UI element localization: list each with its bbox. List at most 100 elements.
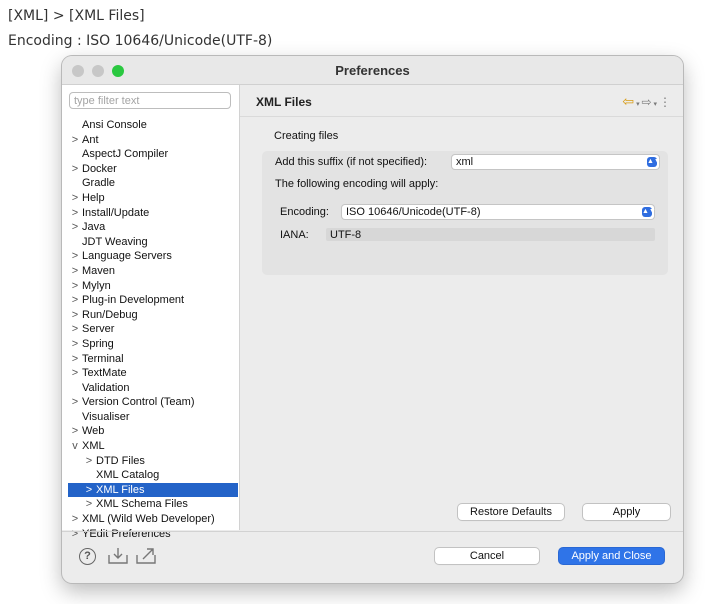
chevron-right-icon[interactable]: > <box>82 497 96 512</box>
restore-defaults-button[interactable]: Restore Defaults <box>458 504 564 520</box>
chevron-right-icon[interactable]: > <box>68 512 82 527</box>
chevron-right-icon[interactable]: > <box>68 293 82 308</box>
chevron-right-icon[interactable]: > <box>68 308 82 323</box>
tree-item[interactable]: > Run/Debug <box>68 308 238 323</box>
filter-input[interactable]: type filter text <box>69 92 231 109</box>
tree-item[interactable]: Ansi Console <box>68 118 238 133</box>
chevron-right-icon[interactable]: > <box>68 264 82 279</box>
tree-item[interactable]: > XML Schema Files <box>68 497 238 512</box>
tree-item[interactable]: > DTD Files <box>68 454 238 469</box>
suffix-label: Add this suffix (if not specified): <box>275 156 428 168</box>
chevron-right-icon[interactable]: > <box>68 220 82 235</box>
tree-item[interactable]: > Version Control (Team) <box>68 395 238 410</box>
apply-button[interactable]: Apply <box>583 504 670 520</box>
tree-item-label: Java <box>82 221 106 234</box>
chevron-right-icon[interactable]: > <box>68 424 82 439</box>
tree-item[interactable]: > Language Servers <box>68 249 238 264</box>
tree-item-label: XML Catalog <box>96 469 160 482</box>
bottom-divider <box>62 531 683 532</box>
chevron-down-icon[interactable]: v <box>68 439 82 454</box>
tree-item[interactable]: > Java <box>68 220 238 235</box>
chevron-right-icon[interactable]: > <box>68 352 82 367</box>
tree-item-label: XML Schema Files <box>96 498 188 511</box>
tree-item[interactable]: > YEdit Preferences <box>68 527 238 542</box>
chevron-right-icon[interactable]: > <box>82 483 96 498</box>
chevron-right-icon[interactable]: > <box>68 249 82 264</box>
chevron-right-icon[interactable]: > <box>82 454 96 469</box>
tree-item-label: Terminal <box>82 352 124 365</box>
tree-item[interactable]: > Web <box>68 424 238 439</box>
tree-item[interactable]: Validation <box>68 381 238 396</box>
tree-item[interactable]: XML Catalog <box>68 468 238 483</box>
tree-item-label: Install/Update <box>82 206 150 219</box>
tree-item[interactable]: > Maven <box>68 264 238 279</box>
tree-item[interactable]: > Mylyn <box>68 279 238 294</box>
preference-page: XML Files ⇦ ▾ ⇨ ▾ ⋮ Creating files Add t… <box>240 85 683 530</box>
forward-arrow-icon[interactable]: ⇨ <box>642 95 652 109</box>
tree-item-label: Server <box>82 323 115 336</box>
tree-item[interactable]: > Docker <box>68 162 238 177</box>
chevron-right-icon[interactable]: > <box>68 527 82 542</box>
tree-item-label: Ant <box>82 133 99 146</box>
chevron-right-icon[interactable]: > <box>68 162 82 177</box>
tree-item[interactable]: > Help <box>68 191 238 206</box>
tree-item-label: JDT Weaving <box>82 235 148 248</box>
tree-item[interactable]: > Spring <box>68 337 238 352</box>
tree-item-label: Run/Debug <box>82 308 138 321</box>
tree-item[interactable]: > XML Files <box>68 482 238 498</box>
creating-files-label: Creating files <box>274 130 339 142</box>
apply-and-close-button[interactable]: Apply and Close <box>559 548 664 564</box>
tree-item-label: YEdit Preferences <box>82 527 171 540</box>
tree-item[interactable]: > TextMate <box>68 366 238 381</box>
tree-item-label: XML (Wild Web Developer) <box>82 513 215 526</box>
tree-item[interactable]: > Ant <box>68 133 238 148</box>
chevron-right-icon[interactable]: > <box>68 395 82 410</box>
export-icon[interactable] <box>135 547 157 565</box>
view-menu-icon[interactable]: ⋮ <box>659 95 671 109</box>
tree-item-label: AspectJ Compiler <box>82 148 169 161</box>
tree-item[interactable]: > Server <box>68 322 238 337</box>
encoding-value: ISO 10646/Unicode(UTF-8) <box>346 206 481 218</box>
tree-item[interactable]: AspectJ Compiler <box>68 147 238 162</box>
tree-item-label: Ansi Console <box>82 119 147 131</box>
chevron-right-icon[interactable]: > <box>68 279 82 294</box>
tree-item-label: Docker <box>82 162 117 175</box>
tree-item-label: Web <box>82 425 105 438</box>
chevron-right-icon[interactable]: > <box>68 133 82 148</box>
preferences-window: Preferences type filter text Ansi Consol… <box>62 56 683 583</box>
tree-item-label: TextMate <box>82 367 127 380</box>
caption-encoding: Encoding : ISO 10646/Unicode(UTF-8) <box>8 33 273 49</box>
select-arrows-icon: ▲▼ <box>647 157 661 167</box>
help-icon[interactable]: ? <box>79 548 96 565</box>
cancel-button[interactable]: Cancel <box>435 548 539 564</box>
suffix-select[interactable]: xml ▲▼ <box>452 155 661 169</box>
encoding-select[interactable]: ISO 10646/Unicode(UTF-8) ▲▼ <box>342 205 656 219</box>
tree-item[interactable]: v XML <box>68 439 238 454</box>
import-icon[interactable] <box>107 547 129 565</box>
chevron-right-icon[interactable]: > <box>68 337 82 352</box>
header-divider <box>240 116 683 117</box>
tree-item[interactable]: Visualiser <box>68 410 238 425</box>
tree-item[interactable]: > Install/Update <box>68 206 238 221</box>
chevron-right-icon[interactable]: > <box>68 366 82 381</box>
back-arrow-icon[interactable]: ⇦ <box>622 93 634 109</box>
tree-item-label: Gradle <box>82 177 116 190</box>
tree-item[interactable]: > Plug-in Development <box>68 293 238 308</box>
encoding-note: The following encoding will apply: <box>275 178 439 190</box>
tree-item[interactable]: JDT Weaving <box>68 235 238 250</box>
tree-item[interactable]: > Terminal <box>68 352 238 367</box>
tree-item-label: XML <box>82 440 105 453</box>
tree-item-label: Maven <box>82 264 116 277</box>
chevron-right-icon[interactable]: > <box>68 322 82 337</box>
tree-item[interactable]: > XML (Wild Web Developer) <box>68 512 238 527</box>
iana-field <box>326 228 655 241</box>
tree-item-label: Version Control (Team) <box>82 396 195 409</box>
tree-item[interactable]: Gradle <box>68 176 238 191</box>
chevron-right-icon[interactable]: > <box>68 206 82 221</box>
preference-tree: Ansi Console > Ant AspectJ Compiler > Docker G… <box>68 118 238 541</box>
encoding-label: Encoding: <box>280 206 329 218</box>
tree-item-label: XML Files <box>96 483 145 496</box>
chevron-right-icon[interactable]: > <box>68 191 82 206</box>
iana-value: UTF-8 <box>330 229 362 241</box>
tree-item-label: Help <box>82 191 105 204</box>
